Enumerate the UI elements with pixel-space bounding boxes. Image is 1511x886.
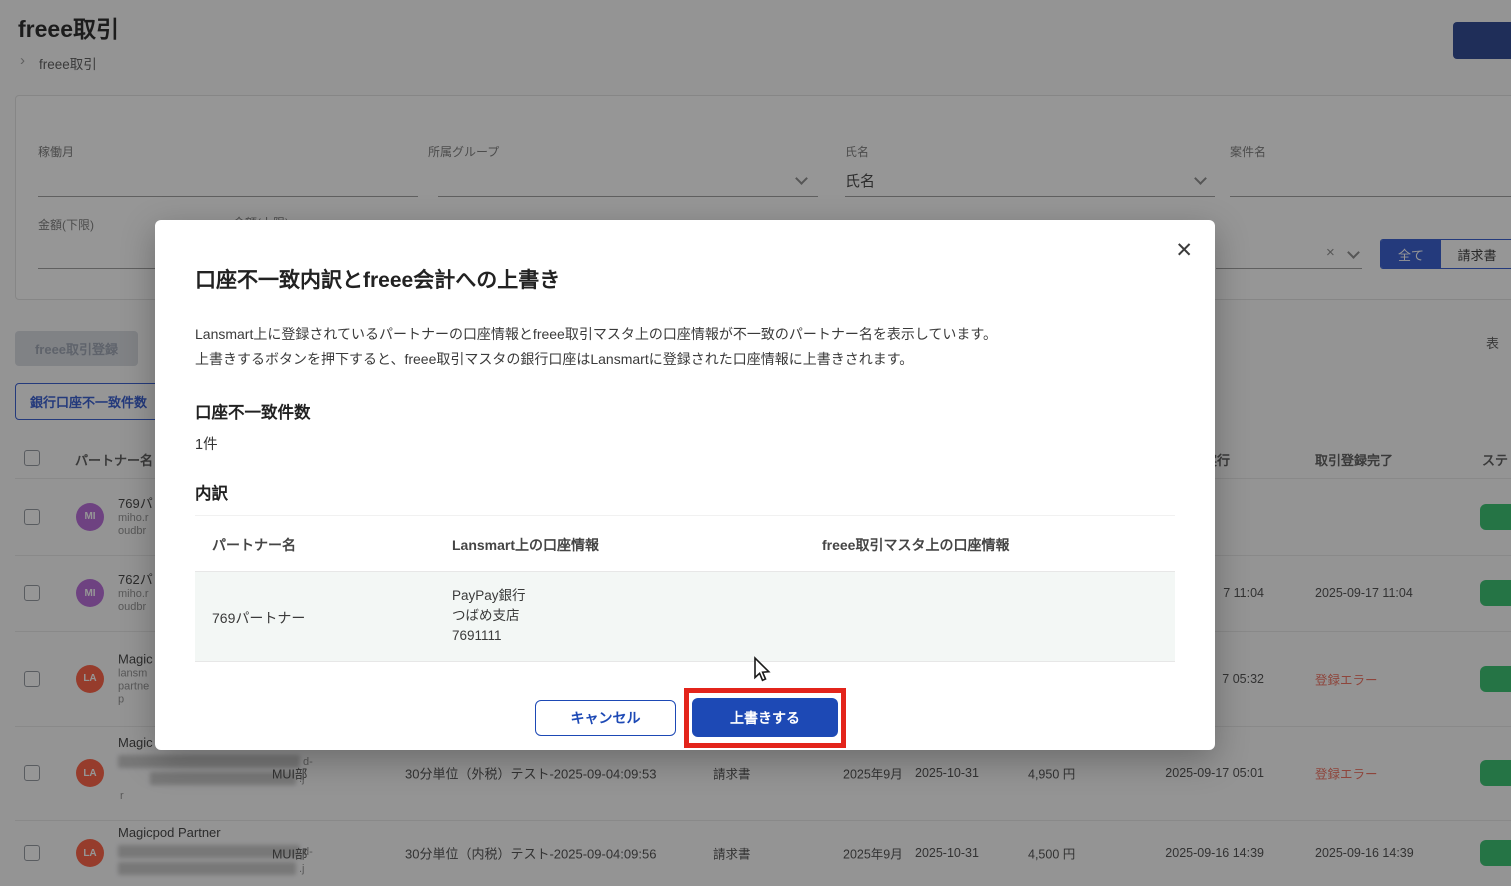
modal-description: Lansmart上に登録されているパートナーの口座情報とfreee取引マスタ上の… bbox=[195, 326, 998, 342]
avatar: LA bbox=[76, 759, 104, 787]
row-checkbox[interactable] bbox=[24, 508, 40, 525]
project-input[interactable] bbox=[1230, 196, 1511, 197]
avatar: LA bbox=[76, 664, 104, 693]
col-partner-name: パートナー名 bbox=[212, 537, 296, 553]
exec-date: 2025-09-17 05:01 bbox=[1165, 766, 1264, 780]
breakdown-row: 769パートナー PayPay銀行 つばめ支店 7691111 bbox=[195, 572, 1175, 662]
working-month-label: 稼働月 bbox=[38, 145, 75, 159]
registered-date: 2025-09-16 14:39 bbox=[1315, 846, 1414, 860]
clear-icon[interactable]: × bbox=[1326, 244, 1335, 261]
partner-name: 769パートナー bbox=[212, 610, 306, 626]
status-badge bbox=[1480, 503, 1511, 530]
status-badge bbox=[1480, 760, 1511, 786]
cancel-button[interactable]: キャンセル bbox=[535, 700, 676, 736]
work-month: 2025年9月 bbox=[843, 847, 903, 862]
work-month: 2025年9月 bbox=[843, 767, 903, 782]
breadcrumb[interactable]: freee取引 bbox=[39, 53, 97, 73]
avatar: MI bbox=[76, 579, 104, 607]
group-label: 所属グループ bbox=[428, 145, 500, 159]
lansmart-account-info: PayPay銀行 つばめ支店 7691111 bbox=[452, 586, 526, 646]
col-status-fragment: ステ bbox=[1482, 453, 1509, 468]
working-month-input[interactable] bbox=[38, 196, 418, 197]
col-registered: 取引登録完了 bbox=[1315, 453, 1394, 468]
select-all-checkbox[interactable] bbox=[24, 450, 40, 466]
row-checkbox[interactable] bbox=[24, 670, 40, 687]
freee-register-button[interactable]: freee取引登録 bbox=[15, 331, 138, 366]
exec-date: 2025-09-16 14:39 bbox=[1165, 846, 1264, 860]
display-settings-fragment[interactable]: 表 bbox=[1486, 333, 1499, 352]
name-label: 氏名 bbox=[845, 145, 870, 159]
breakdown-table: パートナー名 Lansmart上の口座情報 freee取引マスタ上の口座情報 7… bbox=[195, 515, 1175, 662]
branch-name: つばめ支店 bbox=[452, 608, 520, 623]
header-action-button[interactable] bbox=[1453, 22, 1511, 59]
partner-name: Magicpod Partner bbox=[118, 825, 221, 840]
doc-type: 請求書 bbox=[713, 767, 751, 782]
col-lansmart-account: Lansmart上の口座情報 bbox=[452, 537, 600, 553]
status-badge bbox=[1480, 840, 1511, 866]
tab-invoice[interactable]: 請求書 bbox=[1441, 240, 1511, 268]
amount-lower-label: 金額(下限) bbox=[38, 218, 94, 232]
row-checkbox[interactable] bbox=[24, 585, 40, 601]
email-fragment: .j bbox=[299, 863, 305, 875]
row-checkbox[interactable] bbox=[24, 845, 40, 861]
group: MUI部 bbox=[272, 847, 308, 862]
mouse-cursor-icon bbox=[754, 656, 771, 682]
modal-description: 上書きするボタンを押下すると、freee取引マスタの銀行口座はLansmartに… bbox=[195, 351, 914, 367]
page-title: freee取引 bbox=[18, 16, 119, 42]
name-select-value[interactable]: 氏名 bbox=[845, 170, 875, 191]
status-badge bbox=[1480, 580, 1511, 606]
count-value: 1件 bbox=[195, 437, 218, 453]
registered-date: 登録エラー bbox=[1315, 673, 1378, 687]
col-freee-account: freee取引マスタ上の口座情報 bbox=[822, 537, 1010, 553]
registered-date: 2025-09-17 11:04 bbox=[1315, 586, 1413, 600]
modal-title: 口座不一致内訳とfreee会計への上書き bbox=[195, 269, 561, 292]
partner-name: Magic bbox=[118, 735, 153, 750]
amount: 4,500 円 bbox=[1028, 847, 1076, 862]
doc-type: 請求書 bbox=[713, 847, 751, 862]
redacted-email bbox=[118, 862, 296, 875]
row-checkbox[interactable] bbox=[24, 765, 40, 781]
registered-date: 登録エラー bbox=[1315, 767, 1378, 782]
project-label: 案件名 bbox=[1230, 145, 1267, 159]
tab-all[interactable]: 全て bbox=[1381, 240, 1441, 268]
account-number: 7691111 bbox=[452, 628, 502, 643]
close-icon[interactable]: ✕ bbox=[1175, 240, 1193, 261]
count-heading: 口座不一致件数 bbox=[195, 404, 311, 422]
type-toggle: 全て 請求書 bbox=[1380, 239, 1511, 269]
amount: 4,950 円 bbox=[1028, 767, 1076, 782]
due-date: 2025-10-31 bbox=[915, 766, 979, 780]
name-select[interactable] bbox=[845, 196, 1215, 197]
overwrite-button[interactable]: 上書きする bbox=[692, 698, 838, 737]
group: MUI部 bbox=[272, 767, 308, 782]
avatar: LA bbox=[76, 839, 104, 867]
mismatch-modal: ✕ 口座不一致内訳とfreee会計への上書き Lansmart上に登録されている… bbox=[155, 220, 1215, 750]
breakdown-heading: 内訳 bbox=[195, 485, 228, 503]
col-partner: パートナー名 bbox=[75, 453, 154, 468]
due-date: 2025-10-31 bbox=[915, 846, 979, 860]
email-fragment: r bbox=[120, 790, 124, 802]
status-badge bbox=[1480, 665, 1511, 692]
avatar: MI bbox=[76, 502, 104, 531]
group-select[interactable] bbox=[438, 196, 818, 197]
table-row[interactable]: LA Magicpod Partner d- .j MUI部 30分単位（内税）… bbox=[0, 820, 1511, 886]
subject: 30分単位（内税）テスト-2025-09-04:09:56 bbox=[405, 846, 657, 862]
subject: 30分単位（外税）テスト-2025-09-04:09:53 bbox=[405, 766, 657, 782]
bank-name: PayPay銀行 bbox=[452, 588, 526, 603]
status-select[interactable] bbox=[1216, 268, 1362, 269]
breadcrumb-arrow-icon: › bbox=[20, 52, 25, 69]
